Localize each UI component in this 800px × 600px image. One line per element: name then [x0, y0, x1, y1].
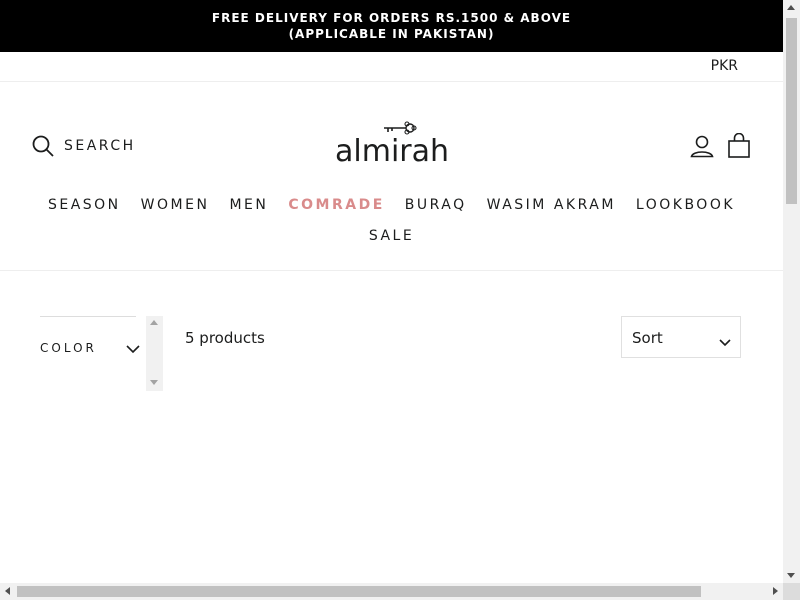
horizontal-scroll-thumb[interactable]: [17, 586, 701, 597]
sort-select[interactable]: Sort: [621, 316, 741, 358]
vertical-scrollbar[interactable]: [783, 0, 800, 583]
nav-item-sale[interactable]: SALE: [359, 224, 424, 248]
nav-item-season[interactable]: SEASON: [38, 193, 131, 217]
filter-color-label: COLOR: [40, 341, 97, 355]
nav-item-lookbook[interactable]: LOOKBOOK: [626, 193, 745, 217]
chevron-down-icon: [719, 332, 731, 351]
nav-item-women[interactable]: WOMEN: [131, 193, 220, 217]
vertical-scroll-thumb[interactable]: [786, 18, 797, 204]
announcement-line-2: (APPLICABLE IN PAKISTAN): [288, 27, 495, 41]
scroll-down-arrow-icon[interactable]: [150, 380, 158, 385]
header-divider: [0, 270, 783, 271]
currency-selector[interactable]: PKR: [711, 58, 738, 74]
brand-logo[interactable]: almirah: [336, 118, 448, 168]
search-label: SEARCH: [64, 138, 136, 154]
scroll-up-arrow-icon[interactable]: [787, 5, 795, 10]
announcement-line-1: FREE DELIVERY FOR ORDERS RS.1500 & ABOVE: [211, 11, 572, 25]
cart-icon[interactable]: [727, 132, 751, 163]
account-icon[interactable]: [690, 134, 714, 162]
scroll-right-arrow-icon[interactable]: [773, 587, 778, 595]
main-navigation: SEASON WOMEN MEN COMRADE BURAQ WASIM AKR…: [0, 193, 783, 248]
search-icon: [32, 135, 54, 157]
scroll-down-arrow-icon[interactable]: [787, 573, 795, 578]
search-button[interactable]: SEARCH: [32, 133, 136, 159]
nav-item-wasim-akram[interactable]: WASIM AKRAM: [477, 193, 626, 217]
announcement-bar: FREE DELIVERY FOR ORDERS RS.1500 & ABOVE…: [0, 0, 783, 52]
chevron-down-icon: [126, 339, 140, 358]
scroll-up-arrow-icon[interactable]: [150, 320, 158, 325]
horizontal-scrollbar[interactable]: [0, 583, 783, 600]
nav-item-men[interactable]: MEN: [219, 193, 278, 217]
nav-item-comrade[interactable]: COMRADE: [278, 193, 394, 217]
nav-item-buraq[interactable]: BURAQ: [395, 193, 477, 217]
filter-color-toggle[interactable]: COLOR: [40, 338, 140, 358]
scroll-left-arrow-icon[interactable]: [5, 587, 10, 595]
product-count: 5 products: [185, 329, 265, 347]
sort-label: Sort: [632, 329, 663, 347]
filter-scrollbar[interactable]: [146, 316, 163, 391]
utility-bar: PKR: [0, 52, 783, 82]
key-ornament-icon: [384, 121, 417, 135]
filter-divider: [40, 316, 136, 317]
scrollbar-corner: [783, 583, 800, 600]
logo-text: almirah: [336, 134, 448, 168]
